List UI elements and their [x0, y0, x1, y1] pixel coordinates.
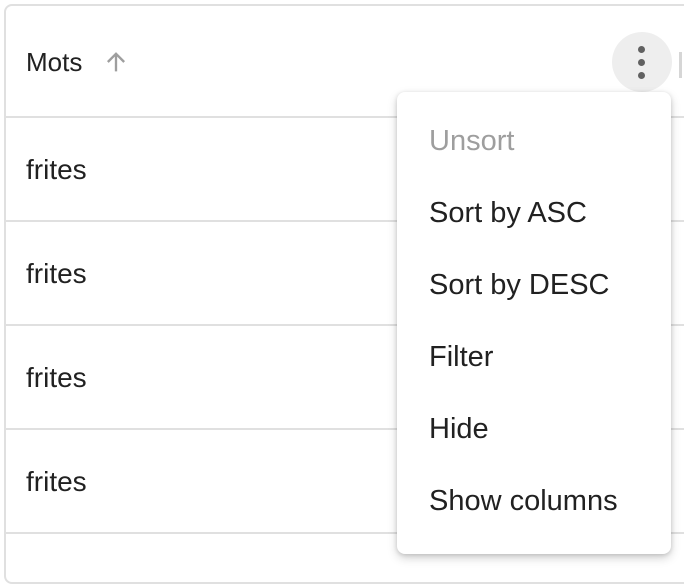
menu-item-filter[interactable]: Filter — [429, 340, 493, 374]
menu-item-hide[interactable]: Hide — [429, 412, 489, 446]
table-cell[interactable]: frites — [26, 466, 87, 498]
arrow-up-icon[interactable] — [102, 48, 130, 76]
more-vertical-icon — [638, 46, 645, 53]
table-cell[interactable]: frites — [26, 362, 87, 394]
table-cell[interactable]: frites — [26, 154, 87, 186]
table-cell[interactable]: frites — [26, 258, 87, 290]
more-vertical-icon-dot — [638, 72, 645, 79]
column-separator[interactable] — [679, 52, 682, 78]
menu-item-unsort: Unsort — [429, 125, 515, 157]
menu-item-sort-desc[interactable]: Sort by DESC — [429, 268, 610, 302]
column-header-title[interactable]: Mots — [26, 46, 82, 78]
column-menu-button[interactable] — [612, 32, 672, 92]
more-vertical-icon-dot — [638, 59, 645, 66]
menu-item-sort-asc[interactable]: Sort by ASC — [429, 196, 587, 230]
column-menu: Unsort Sort by ASC Sort by DESC Filter H… — [397, 92, 671, 554]
menu-item-show-columns[interactable]: Show columns — [429, 484, 618, 518]
